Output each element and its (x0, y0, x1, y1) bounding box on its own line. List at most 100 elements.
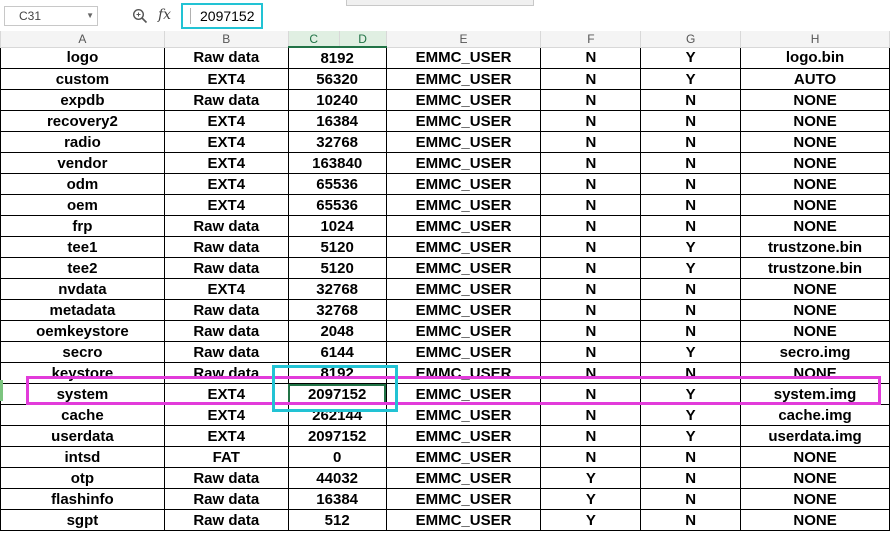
cell-region[interactable]: EMMC_USER (385, 194, 542, 216)
cell-flag-f[interactable]: N (540, 404, 642, 426)
cell-partition-name[interactable]: tee2 (0, 257, 165, 279)
cell-size[interactable]: 512 (287, 509, 387, 531)
cell-type[interactable]: EXT4 (163, 194, 289, 216)
cell-flag-f[interactable]: N (540, 215, 642, 237)
cell-size[interactable]: 56320 (287, 68, 387, 90)
cell-flag-f[interactable]: Y (540, 488, 642, 510)
cell-partition-name[interactable]: vendor (0, 152, 165, 174)
cell-region[interactable]: EMMC_USER (385, 320, 542, 342)
cell-region[interactable]: EMMC_USER (385, 446, 542, 468)
cell-file-name[interactable]: NONE (740, 509, 890, 531)
cell-type[interactable]: EXT4 (163, 152, 289, 174)
cell-flag-f[interactable]: N (540, 46, 642, 69)
cell-flag-g[interactable]: N (640, 467, 742, 489)
column-header-e[interactable]: E (385, 31, 542, 48)
column-header-c[interactable]: C (287, 31, 340, 48)
cell-region[interactable]: EMMC_USER (385, 467, 542, 489)
cell-size[interactable]: 10240 (287, 89, 387, 111)
cell-type[interactable]: EXT4 (163, 68, 289, 90)
cell-flag-f[interactable]: N (540, 425, 642, 447)
cell-flag-f[interactable]: N (540, 194, 642, 216)
cell-file-name[interactable]: NONE (740, 467, 890, 489)
cell-flag-g[interactable]: Y (640, 236, 742, 258)
cell-type[interactable]: EXT4 (163, 131, 289, 153)
cell-flag-f[interactable]: N (540, 89, 642, 111)
cell-region[interactable]: EMMC_USER (385, 488, 542, 510)
cell-file-name[interactable]: NONE (740, 446, 890, 468)
cell-partition-name[interactable]: tee1 (0, 236, 165, 258)
cell-size[interactable]: 8192 (287, 362, 387, 384)
cell-region[interactable]: EMMC_USER (385, 341, 542, 363)
cell-partition-name[interactable]: frp (0, 215, 165, 237)
cell-partition-name[interactable]: recovery2 (0, 110, 165, 132)
cell-type[interactable]: EXT4 (163, 383, 289, 405)
cell-type[interactable]: Raw data (163, 509, 289, 531)
cell-flag-f[interactable]: N (540, 446, 642, 468)
cell-file-name[interactable]: trustzone.bin (740, 236, 890, 258)
cell-flag-g[interactable]: N (640, 173, 742, 195)
cell-region[interactable]: EMMC_USER (385, 110, 542, 132)
cell-file-name[interactable]: NONE (740, 215, 890, 237)
cell-type[interactable]: Raw data (163, 215, 289, 237)
chevron-down-icon[interactable]: ▼ (86, 7, 94, 25)
cell-flag-f[interactable]: N (540, 299, 642, 321)
formula-input[interactable]: 2097152 (181, 3, 263, 29)
cell-type[interactable]: Raw data (163, 89, 289, 111)
cell-type[interactable]: Raw data (163, 236, 289, 258)
cell-region[interactable]: EMMC_USER (385, 215, 542, 237)
cell-partition-name[interactable]: sgpt (0, 509, 165, 531)
cell-type[interactable]: FAT (163, 446, 289, 468)
cell-flag-f[interactable]: N (540, 152, 642, 174)
cell-file-name[interactable]: NONE (740, 278, 890, 300)
cell-flag-f[interactable]: N (540, 257, 642, 279)
cell-size[interactable]: 2097152 (287, 383, 387, 405)
column-header-g[interactable]: G (640, 31, 742, 48)
cell-region[interactable]: EMMC_USER (385, 131, 542, 153)
cell-region[interactable]: EMMC_USER (385, 404, 542, 426)
cell-size[interactable]: 8192 (287, 46, 387, 69)
cell-flag-g[interactable]: N (640, 110, 742, 132)
cell-flag-g[interactable]: Y (640, 341, 742, 363)
cell-flag-g[interactable]: N (640, 299, 742, 321)
cell-flag-g[interactable]: Y (640, 68, 742, 90)
cell-size[interactable]: 1024 (287, 215, 387, 237)
cell-flag-f[interactable]: N (540, 341, 642, 363)
cell-flag-g[interactable]: Y (640, 46, 742, 69)
cell-size[interactable]: 2048 (287, 320, 387, 342)
cell-flag-g[interactable]: N (640, 446, 742, 468)
column-header-d[interactable]: D (338, 31, 387, 48)
cell-size[interactable]: 16384 (287, 488, 387, 510)
cell-file-name[interactable]: NONE (740, 89, 890, 111)
cell-type[interactable]: Raw data (163, 320, 289, 342)
cell-file-name[interactable]: NONE (740, 194, 890, 216)
cell-type[interactable]: Raw data (163, 362, 289, 384)
cell-size[interactable]: 32768 (287, 131, 387, 153)
cell-flag-g[interactable]: N (640, 215, 742, 237)
cell-region[interactable]: EMMC_USER (385, 299, 542, 321)
cell-flag-f[interactable]: N (540, 320, 642, 342)
cell-size[interactable]: 5120 (287, 257, 387, 279)
sheet-tab-fragment[interactable] (346, 0, 534, 6)
cell-partition-name[interactable]: secro (0, 341, 165, 363)
cell-flag-g[interactable]: N (640, 131, 742, 153)
cell-size[interactable]: 16384 (287, 110, 387, 132)
cell-partition-name[interactable]: oemkeystore (0, 320, 165, 342)
column-header-a[interactable]: A (0, 31, 165, 48)
cell-size[interactable]: 32768 (287, 299, 387, 321)
cell-file-name[interactable]: AUTO (740, 68, 890, 90)
column-header-h[interactable]: H (740, 31, 890, 48)
cell-flag-f[interactable]: Y (540, 467, 642, 489)
function-icon[interactable]: fx (158, 7, 171, 23)
cell-size[interactable]: 2097152 (287, 425, 387, 447)
cell-flag-g[interactable]: N (640, 89, 742, 111)
cell-region[interactable]: EMMC_USER (385, 425, 542, 447)
cell-size[interactable]: 5120 (287, 236, 387, 258)
cell-partition-name[interactable]: userdata (0, 425, 165, 447)
cell-flag-g[interactable]: Y (640, 257, 742, 279)
cell-flag-f[interactable]: N (540, 278, 642, 300)
column-header-b[interactable]: B (163, 31, 289, 48)
name-box[interactable]: C31 ▼ (4, 6, 98, 26)
cell-partition-name[interactable]: otp (0, 467, 165, 489)
cell-type[interactable]: EXT4 (163, 425, 289, 447)
cell-file-name[interactable]: NONE (740, 299, 890, 321)
